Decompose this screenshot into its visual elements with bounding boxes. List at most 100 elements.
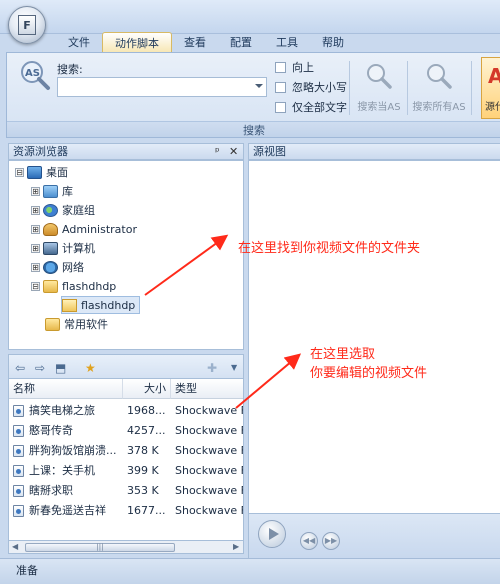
option-search-up[interactable]: 向上 bbox=[275, 59, 314, 75]
checkbox-icon[interactable] bbox=[275, 61, 286, 73]
preview-area[interactable] bbox=[248, 160, 500, 514]
option-ignore-case[interactable]: 忽略大小写 bbox=[275, 79, 347, 95]
magnifier-icon bbox=[367, 64, 392, 89]
add-icon[interactable]: ✚ bbox=[207, 361, 217, 375]
tree-item-flashdhdp[interactable]: ⊟ flashdhdp bbox=[31, 277, 116, 295]
tree-item-flashdhdp-child[interactable]: flashdhdp bbox=[61, 296, 141, 314]
file-type: Shockwave F bbox=[175, 444, 244, 457]
file-name: 瞎掰求职 bbox=[29, 484, 73, 497]
expand-icon[interactable]: ⊞ bbox=[31, 262, 40, 272]
ribbon-separator bbox=[349, 61, 350, 115]
pin-icon[interactable]: ᵖ bbox=[215, 144, 220, 159]
tab-help[interactable]: 帮助 bbox=[310, 32, 356, 52]
option-label: 忽略大小写 bbox=[292, 81, 347, 94]
tab-config[interactable]: 配置 bbox=[218, 32, 264, 52]
user-icon bbox=[43, 222, 58, 236]
option-label: 仅全部文字 bbox=[292, 101, 347, 114]
rewind-button[interactable]: ◀◀ bbox=[300, 532, 318, 550]
search-input[interactable] bbox=[58, 78, 248, 96]
tree-item-administrator[interactable]: ⊞ Administrator bbox=[31, 220, 137, 238]
tree-item-computer[interactable]: ⊞ 计算机 bbox=[31, 239, 95, 257]
source-code-icon: A bbox=[488, 64, 500, 88]
chevron-down-icon[interactable]: ▼ bbox=[231, 363, 237, 372]
library-icon bbox=[43, 184, 58, 198]
file-name: 胖狗狗饭馆崩溃... bbox=[29, 444, 117, 457]
up-folder-icon[interactable]: ⬒ bbox=[55, 361, 66, 375]
forward-button[interactable]: ▶▶ bbox=[322, 532, 340, 550]
file-size: 399 K bbox=[127, 464, 159, 477]
tree-item-label: 家庭组 bbox=[62, 204, 95, 217]
collapse-icon[interactable]: ⊟ bbox=[15, 167, 24, 177]
file-list-toolbar: ⇦ ⇨ ⬒ ★ ✚ ▼ bbox=[8, 354, 244, 378]
tab-tools[interactable]: 工具 bbox=[264, 32, 310, 52]
file-name: 搞笑电梯之旅 bbox=[29, 404, 95, 417]
play-button[interactable] bbox=[258, 520, 286, 548]
desktop-icon bbox=[27, 165, 42, 179]
table-row[interactable]: 上课：关手机 399 K Shockwave F bbox=[9, 461, 243, 481]
table-row[interactable]: 胖狗狗饭馆崩溃... 378 K Shockwave F bbox=[9, 441, 244, 461]
chevron-down-icon[interactable] bbox=[255, 84, 263, 88]
scrollbar-thumb[interactable]: ||| bbox=[25, 543, 175, 552]
table-row[interactable]: 瞎掰求职 353 K Shockwave F bbox=[9, 481, 243, 501]
table-row[interactable]: 搞笑电梯之旅 1968... Shockwave F bbox=[9, 401, 244, 421]
tree-item-desktop[interactable]: ⊟ 桌面 bbox=[15, 163, 68, 181]
tab-file[interactable]: 文件 bbox=[56, 32, 102, 52]
swf-file-icon bbox=[13, 425, 24, 437]
folder-tree: ⊟ 桌面 ⊞ 库 ⊞ 家庭组 ⊞ Administrator ⊞ 计算机 ⊞ 网… bbox=[8, 160, 244, 350]
tree-item-homegroup[interactable]: ⊞ 家庭组 bbox=[31, 201, 95, 219]
expand-icon[interactable]: ⊞ bbox=[31, 243, 40, 253]
tree-item-library[interactable]: ⊞ 库 bbox=[31, 182, 73, 200]
tree-item-label: Administrator bbox=[62, 222, 137, 236]
annotation-select-line1: 在这里选取 bbox=[310, 347, 376, 362]
column-header-type[interactable]: 类型 bbox=[171, 379, 243, 399]
horizontal-scrollbar[interactable]: ◀ ||| ▶ bbox=[8, 540, 244, 554]
annotation-select-line2: 你要编辑的视频文件 bbox=[310, 366, 428, 381]
scroll-left-icon[interactable]: ◀ bbox=[12, 542, 18, 551]
ribbon-tabs: 文件 动作脚本 查看 配置 工具 帮助 bbox=[56, 32, 356, 52]
scroll-right-icon[interactable]: ▶ bbox=[233, 542, 239, 551]
network-icon bbox=[43, 260, 58, 274]
file-type: Shockwave F bbox=[175, 404, 244, 417]
search-combobox[interactable] bbox=[57, 77, 267, 97]
source-code-button[interactable]: A 源代 bbox=[481, 57, 500, 119]
swf-file-icon bbox=[13, 405, 24, 417]
expand-icon[interactable]: ⊞ bbox=[31, 186, 40, 196]
ribbon-separator bbox=[471, 61, 472, 115]
swf-file-icon bbox=[13, 505, 24, 517]
preview-header: 源视图 bbox=[248, 143, 500, 160]
back-icon[interactable]: ⇦ bbox=[15, 361, 25, 375]
source-code-label: 源代 bbox=[485, 102, 500, 113]
tree-item-common-software[interactable]: 常用软件 bbox=[45, 315, 108, 333]
search-current-as-button[interactable]: 搜索当AS bbox=[351, 57, 407, 117]
option-whole-word[interactable]: 仅全部文字 bbox=[275, 99, 347, 115]
svg-text:AS: AS bbox=[25, 68, 40, 79]
checkbox-icon[interactable] bbox=[275, 101, 286, 113]
tree-item-network[interactable]: ⊞ 网络 bbox=[31, 258, 84, 276]
file-name: 憨哥传奇 bbox=[29, 424, 73, 437]
table-row[interactable]: 新春免遥送吉祥 1677... Shockwave F bbox=[9, 501, 243, 521]
checkbox-icon[interactable] bbox=[275, 81, 286, 93]
search-all-as-button[interactable]: 搜索所有AS bbox=[411, 57, 467, 117]
favorite-star-icon[interactable]: ★ bbox=[85, 361, 96, 375]
table-row[interactable]: 憨哥传奇 4257... Shockwave F bbox=[9, 421, 243, 441]
tab-actionscript[interactable]: 动作脚本 bbox=[102, 32, 172, 52]
tree-item-label: 库 bbox=[62, 185, 73, 198]
tree-item-label: flashdhdp bbox=[62, 279, 117, 293]
title-bar bbox=[0, 0, 500, 34]
expand-icon[interactable]: ⊞ bbox=[31, 224, 40, 234]
file-size: 353 K bbox=[127, 484, 159, 497]
file-name: 新春免遥送吉祥 bbox=[29, 504, 106, 517]
column-header-name[interactable]: 名称 bbox=[9, 379, 123, 399]
forward-icon[interactable]: ⇨ bbox=[35, 361, 45, 375]
column-header-size[interactable]: 大小 bbox=[123, 379, 171, 399]
collapse-icon[interactable]: ⊟ bbox=[31, 281, 40, 291]
application-menu-button[interactable]: F bbox=[8, 6, 46, 44]
tree-item-label: 网络 bbox=[62, 261, 84, 274]
search-all-as-label: 搜索所有AS bbox=[412, 102, 466, 113]
expand-icon[interactable]: ⊞ bbox=[31, 205, 40, 215]
folder-icon bbox=[45, 317, 60, 331]
swf-file-icon bbox=[13, 485, 24, 497]
close-icon[interactable]: ✕ bbox=[229, 144, 238, 159]
tab-view[interactable]: 查看 bbox=[172, 32, 218, 52]
computer-icon bbox=[43, 241, 58, 255]
